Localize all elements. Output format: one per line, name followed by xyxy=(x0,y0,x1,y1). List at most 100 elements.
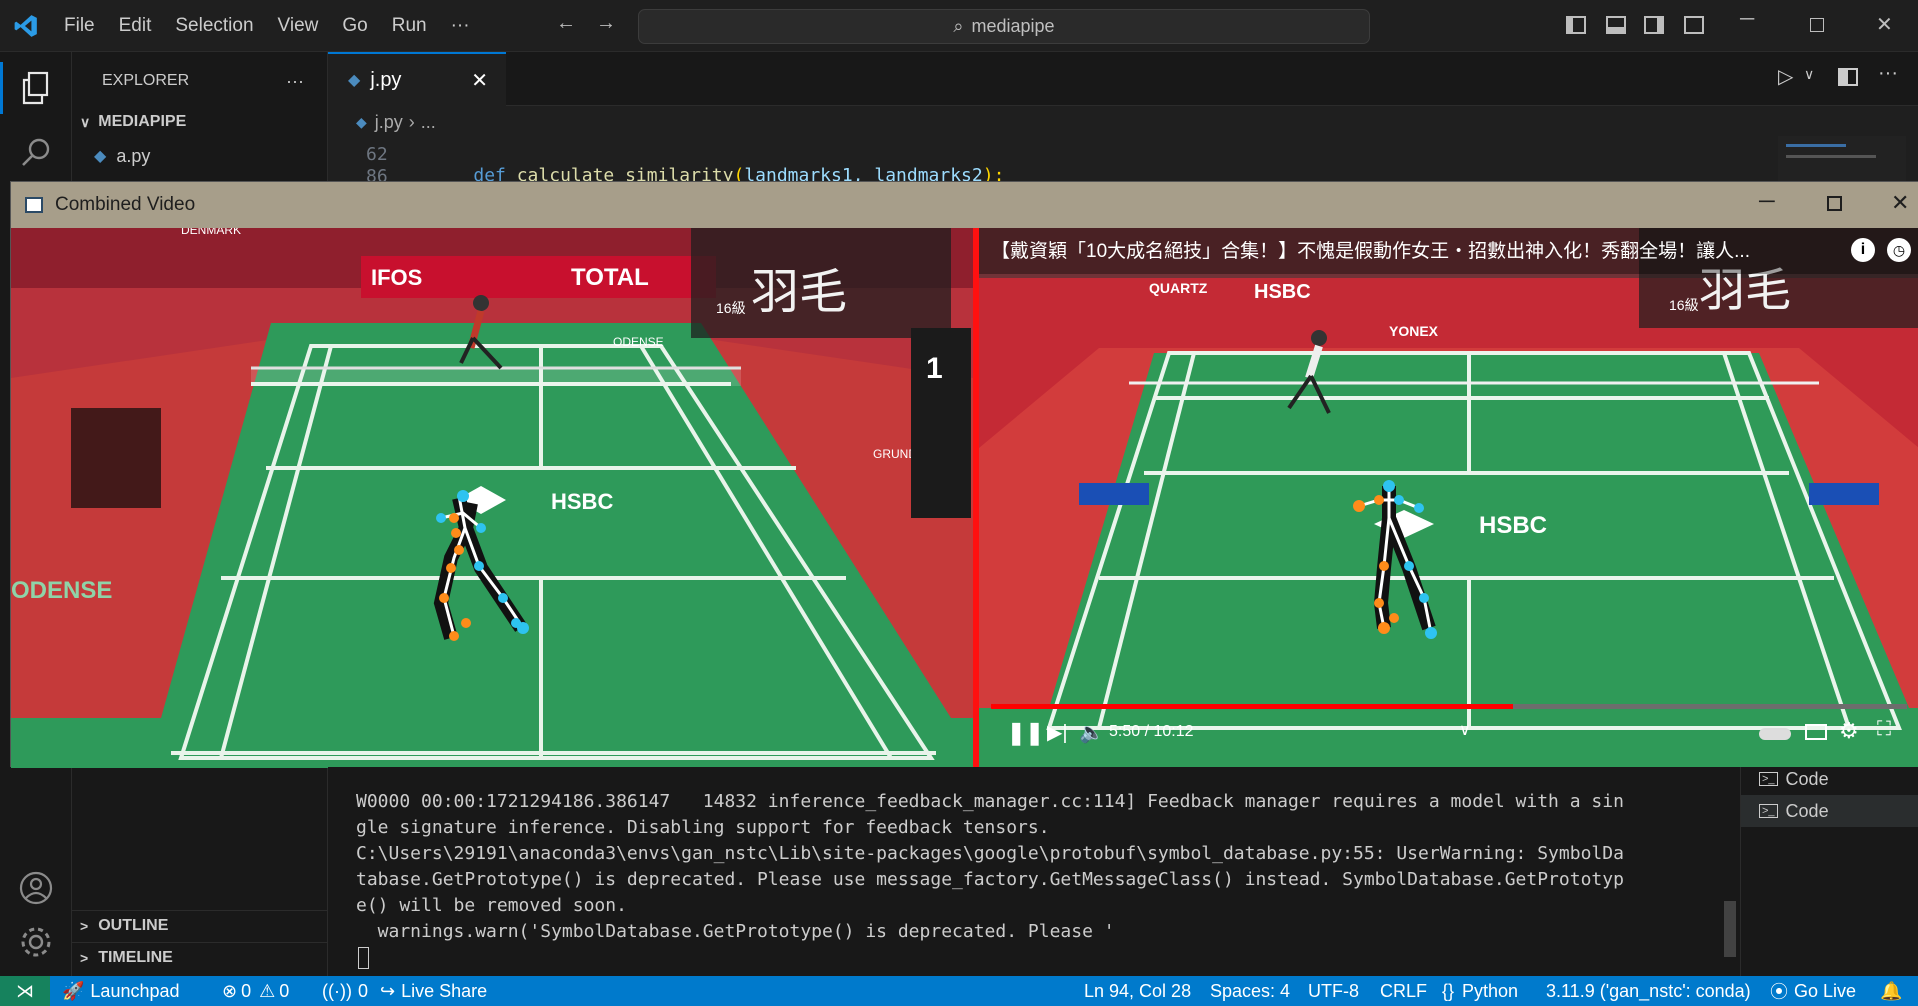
remote-indicator[interactable]: ⋊ xyxy=(0,976,50,1006)
left-court-scene: IFOS TOTAL HSBC ODENSE 羽毛 16級 DENMARK OD… xyxy=(11,228,973,768)
liveshare-item[interactable]: ↪ Live Share xyxy=(380,976,487,1006)
hsbc-court-logo: HSBC xyxy=(1479,512,1547,539)
vscode-logo-icon xyxy=(0,0,52,52)
menu-run[interactable]: Run xyxy=(380,15,439,37)
indentation[interactable]: Spaces: 4 xyxy=(1210,976,1290,1006)
line-number: 62 xyxy=(366,144,388,165)
toggle-primary-sidebar-icon[interactable] xyxy=(1566,16,1586,34)
forward-arrow-icon[interactable]: → xyxy=(596,12,616,35)
error-count: 0 xyxy=(241,980,252,1001)
denmark-text: DENMARK xyxy=(181,228,241,237)
toggle-secondary-sidebar-icon[interactable] xyxy=(1644,16,1664,34)
menu-view[interactable]: View xyxy=(266,15,331,37)
split-editor-icon[interactable] xyxy=(1838,68,1858,86)
combined-video-window[interactable]: Combined Video ─ ✕ IFOS TOTAL HSBC ODENS… xyxy=(10,181,1918,768)
ports-item[interactable]: ((·)) 0 xyxy=(322,976,368,1006)
video-minimize-icon[interactable]: ─ xyxy=(1759,188,1775,214)
terminal-list-item[interactable]: >_ Code xyxy=(1741,767,1918,791)
clock-icon[interactable]: ◷ xyxy=(1887,238,1911,262)
terminal-line: gle signature inference. Disabling suppo… xyxy=(356,817,1050,838)
tab-j-py[interactable]: ◆ j.py ✕ xyxy=(328,52,506,106)
status-bar: ⋊ 🚀 Launchpad ⊗ 0 ⚠ 0 ((·)) 0 ↪ Live Sha… xyxy=(0,976,1918,1006)
code-editor[interactable]: ◆ j.py › ... 62 86 def calculate_similar… xyxy=(328,106,1918,187)
accounts-icon[interactable] xyxy=(14,866,58,910)
chevron-down-icon: ∨ xyxy=(80,113,91,130)
odense-court-text: ODENSE xyxy=(11,577,112,604)
info-icon[interactable]: i xyxy=(1851,238,1875,262)
pause-icon[interactable]: ❚❚ xyxy=(1007,720,1044,746)
folder-mediapipe[interactable]: ∨ MEDIAPIPE xyxy=(72,108,328,136)
python-file-icon: ◆ xyxy=(356,114,367,130)
video-close-icon[interactable]: ✕ xyxy=(1891,190,1909,216)
run-python-icon[interactable]: ▷ xyxy=(1778,64,1793,89)
explorer-more-button[interactable]: ··· xyxy=(286,71,304,92)
breadcrumb-symbol[interactable]: ... xyxy=(421,112,436,133)
tab-label: j.py xyxy=(370,68,402,91)
close-tab-icon[interactable]: ✕ xyxy=(471,68,488,93)
menu-go[interactable]: Go xyxy=(330,15,379,37)
window-app-icon xyxy=(25,197,43,213)
right-video-frame: HSBC YONEX HSBC QUARTZ 羽毛 16級 【戴資穎「10大成名… xyxy=(979,228,1918,768)
terminal-line: C:\Users\29191\anaconda3\envs\gan_nstc\L… xyxy=(356,843,1624,864)
terminal-panel[interactable]: W0000 00:00:1721294186.386147 14832 infe… xyxy=(328,767,1740,976)
autoplay-toggle[interactable] xyxy=(1759,728,1791,740)
minimize-icon[interactable]: ─ xyxy=(1740,8,1754,31)
braces-icon: {} xyxy=(1442,980,1455,1001)
notifications-bell-icon[interactable]: 🔔 xyxy=(1880,976,1902,1006)
language-mode[interactable]: {} Python xyxy=(1442,976,1518,1006)
next-icon[interactable]: ▶| xyxy=(1047,720,1068,745)
minimap[interactable] xyxy=(1778,136,1906,186)
launchpad-item[interactable]: 🚀 Launchpad xyxy=(62,976,180,1006)
right-badge: 16級 xyxy=(1669,297,1699,313)
timeline-section[interactable]: > TIMELINE xyxy=(72,942,328,972)
terminal-scrollbar[interactable] xyxy=(1724,901,1736,957)
python-file-icon: ◆ xyxy=(94,148,107,165)
problems-item[interactable]: ⊗ 0 ⚠ 0 xyxy=(222,976,289,1006)
warning-icon: ⚠ xyxy=(259,980,276,1001)
active-indicator xyxy=(0,62,3,114)
folder-name: MEDIAPIPE xyxy=(98,113,187,130)
restore-icon[interactable] xyxy=(1810,18,1824,32)
chevron-down-icon[interactable]: ∨ xyxy=(1459,720,1471,740)
command-center-search[interactable]: ⌕ mediapipe xyxy=(638,9,1370,44)
video-time: 5:50 / 10:12 xyxy=(1109,723,1194,740)
video-window-titlebar[interactable]: Combined Video ─ ✕ xyxy=(11,182,1918,228)
explorer-icon[interactable] xyxy=(14,66,58,110)
terminal-line: W0000 00:00:1721294186.386147 14832 infe… xyxy=(356,791,1624,812)
error-icon: ⊗ xyxy=(222,980,238,1001)
warning-count: 0 xyxy=(279,980,290,1001)
menu-more[interactable]: ··· xyxy=(439,15,482,37)
end-of-line[interactable]: CRLF xyxy=(1380,976,1427,1006)
terminal-list-item[interactable]: >_ Code xyxy=(1741,795,1918,827)
left-badge: 16級 xyxy=(716,300,746,316)
back-arrow-icon[interactable]: ← xyxy=(556,12,576,35)
remote-icon: ⋊ xyxy=(16,980,34,1001)
file-a-py[interactable]: ◆ a.py xyxy=(72,142,328,170)
golive-label: Go Live xyxy=(1794,980,1857,1001)
settings-gear-icon[interactable]: ⚙ xyxy=(1839,718,1859,744)
toggle-panel-icon[interactable] xyxy=(1606,16,1626,34)
menu-selection[interactable]: Selection xyxy=(163,15,265,37)
subtitles-icon[interactable] xyxy=(1805,724,1827,740)
fullscreen-icon[interactable]: ⛶ xyxy=(1877,718,1891,741)
editor-tabs-bar: ◆ j.py ✕ ▷ ∨ ··· xyxy=(328,52,1918,106)
search-icon[interactable] xyxy=(14,130,58,174)
chevron-right-icon: > xyxy=(80,949,89,966)
breadcrumb-file[interactable]: j.py xyxy=(375,112,403,133)
volume-icon[interactable]: 🔈 xyxy=(1079,720,1104,745)
video-progress-track[interactable] xyxy=(991,704,1907,709)
settings-gear-icon[interactable] xyxy=(14,920,58,964)
menu-edit[interactable]: Edit xyxy=(107,15,164,37)
terminal-line: e() will be removed soon. xyxy=(356,895,627,916)
golive-item[interactable]: ⦿ Go Live xyxy=(1770,976,1856,1006)
customize-layout-icon[interactable] xyxy=(1684,16,1704,34)
encoding[interactable]: UTF-8 xyxy=(1308,976,1359,1006)
cursor-position[interactable]: Ln 94, Col 28 xyxy=(1084,976,1191,1006)
python-interpreter[interactable]: 3.11.9 ('gan_nstc': conda) xyxy=(1546,976,1751,1006)
editor-more-icon[interactable]: ··· xyxy=(1878,62,1898,85)
close-window-icon[interactable]: ✕ xyxy=(1876,12,1893,37)
run-dropdown-icon[interactable]: ∨ xyxy=(1804,66,1814,83)
video-maximize-icon[interactable] xyxy=(1827,196,1842,211)
outline-section[interactable]: > OUTLINE xyxy=(72,910,328,940)
menu-file[interactable]: File xyxy=(52,15,107,37)
